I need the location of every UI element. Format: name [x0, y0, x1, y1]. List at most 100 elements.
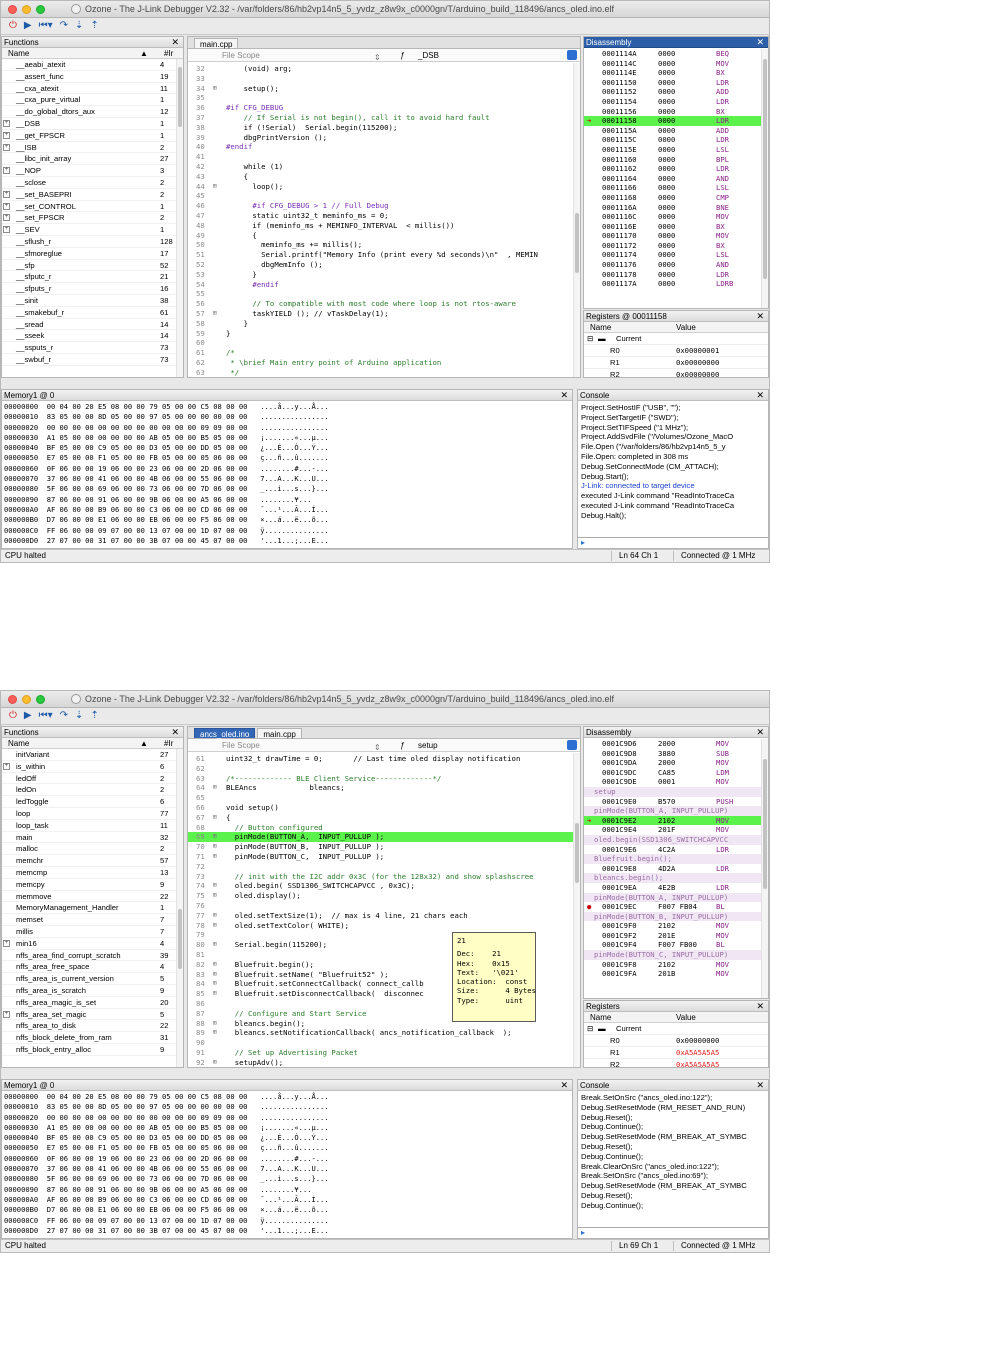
list-item[interactable]: __smakebuf_r 61 — [2, 307, 183, 319]
list-item[interactable]: memmove 22 — [2, 891, 183, 903]
dropdown-icon[interactable] — [567, 50, 577, 60]
code-line[interactable]: 42 while (1) — [188, 162, 580, 172]
column-count[interactable]: #Ir — [164, 738, 173, 749]
code-line[interactable]: 59} — [188, 329, 580, 339]
line-number[interactable]: 52 — [196, 260, 214, 270]
line-number[interactable]: 34 — [196, 84, 214, 94]
list-item[interactable]: + __get_FPSCR 1 — [2, 130, 183, 142]
code-line[interactable]: 43 { — [188, 172, 580, 182]
line-number[interactable]: 57 — [196, 309, 214, 319]
memory-row[interactable]: 000000B0 D7 06 00 00 E1 06 00 00 EB 06 0… — [2, 515, 572, 525]
list-item[interactable]: millis 7 — [2, 926, 183, 938]
register-value[interactable]: 0xA5A5A5A5 — [676, 1047, 719, 1059]
code-line[interactable]: 32 (void) arg; — [188, 64, 580, 74]
code-line[interactable]: 76 — [188, 901, 580, 911]
source-line[interactable]: pinMode(BUTTON_A, INPUT_PULLUP) — [584, 892, 768, 903]
instruction-row[interactable]: 0001114C 0000 MOV — [584, 59, 768, 69]
code-line[interactable]: 74 ⊞ oled.begin( SSD1306_SWITCHCAPVCC , 0… — [188, 881, 580, 891]
line-number[interactable]: 82 — [196, 960, 214, 970]
instruction-row[interactable]: 00011174 0000 LSL — [584, 250, 768, 260]
list-item[interactable]: loop_task 11 — [2, 820, 183, 832]
instruction-row[interactable]: 00011172 0000 BX — [584, 241, 768, 251]
code-line[interactable]: 60 — [188, 338, 580, 348]
code-line[interactable]: 46 #if CFG_DEBUG > 1 // Full Debug — [188, 201, 580, 211]
instruction-row[interactable]: 0001117A 0000 LDRB — [584, 279, 768, 289]
line-number[interactable]: 39 — [196, 133, 214, 143]
list-item[interactable]: ledToggle 6 — [2, 796, 183, 808]
memory-row[interactable]: 000000B0 D7 06 00 00 E1 06 00 00 EB 06 0… — [2, 1205, 572, 1215]
list-item[interactable]: + __SEV 1 — [2, 224, 183, 236]
instruction-row[interactable]: 0001C9DE 0001 MOV — [584, 777, 768, 787]
register-row[interactable]: R1 0xA5A5A5A5 — [584, 1047, 768, 1059]
instruction-row[interactable]: 00011152 0000 ADD — [584, 87, 768, 97]
memory-row[interactable]: 00000050 E7 05 00 00 F1 05 00 00 FB 05 0… — [2, 1143, 572, 1153]
line-number[interactable]: 77 — [196, 911, 214, 921]
code-line[interactable]: 55 — [188, 289, 580, 299]
code-line[interactable]: 51 Serial.printf("Memory Info (print eve… — [188, 250, 580, 260]
play-icon[interactable]: ▶ — [24, 710, 32, 722]
line-number[interactable]: 75 — [196, 891, 214, 901]
instruction-row[interactable]: 00011168 0000 CMP — [584, 193, 768, 203]
line-number[interactable]: 64 — [196, 783, 214, 793]
register-value[interactable]: 0x00000000 — [676, 369, 719, 377]
list-item[interactable]: nffs_block_delete_from_ram 31 — [2, 1032, 183, 1044]
disassembly-scrollbar[interactable] — [761, 49, 768, 308]
list-item[interactable]: __aeabi_atexit 4 — [2, 59, 183, 71]
zoom-window-button[interactable] — [36, 4, 45, 14]
expand-icon[interactable]: ⊞ — [213, 832, 221, 842]
list-item[interactable]: + __set_FPSCR 2 — [2, 212, 183, 225]
line-number[interactable]: 48 — [196, 221, 214, 231]
list-item[interactable]: memchr 57 — [2, 855, 183, 867]
line-number[interactable]: 76 — [196, 901, 214, 911]
memory-row[interactable]: 00000030 A1 05 00 00 00 00 00 00 AB 05 0… — [2, 433, 572, 443]
minimize-window-button[interactable] — [22, 4, 31, 14]
line-number[interactable]: 61 — [196, 348, 214, 358]
expand-icon[interactable]: ⊞ — [213, 960, 221, 970]
memory-row[interactable]: 00000030 A1 05 00 00 00 00 00 00 AB 05 0… — [2, 1123, 572, 1133]
list-item[interactable]: memcmp 13 — [2, 867, 183, 879]
code-line[interactable]: 41 — [188, 152, 580, 162]
code-line[interactable]: 71 ⊞ pinMode(BUTTON_C, INPUT_PULLUP ); — [188, 852, 580, 862]
list-item[interactable]: + nffs_area_set_magic 5 — [2, 1009, 183, 1021]
code-line[interactable]: 63 */ — [188, 368, 580, 377]
instruction-row[interactable]: 0001C9E0 B570 PUSH — [584, 797, 768, 807]
code-line[interactable]: 92 ⊞ setupAdv(); — [188, 1058, 580, 1067]
instruction-row[interactable]: 0001C9F8 2102 MOV — [584, 960, 768, 970]
line-number[interactable]: 42 — [196, 162, 214, 172]
code-line[interactable]: 58 } — [188, 319, 580, 329]
list-item[interactable]: __sfputc_r 21 — [2, 271, 183, 284]
memory-row[interactable]: 00000020 00 00 00 00 00 00 00 00 00 00 0… — [2, 423, 572, 433]
instruction-row[interactable]: 00011150 0000 LDR — [584, 78, 768, 88]
line-number[interactable]: 53 — [196, 270, 214, 280]
code-line[interactable]: 62 — [188, 764, 580, 774]
memory-row[interactable]: 00000090 87 06 00 00 91 06 00 00 9B 06 0… — [2, 1185, 572, 1195]
minimize-window-button[interactable] — [22, 694, 31, 704]
disassembly-scrollbar[interactable] — [761, 739, 768, 998]
expand-icon[interactable]: ⊞ — [213, 911, 221, 921]
dropdown-icon[interactable] — [567, 740, 577, 750]
expand-icon[interactable]: ⊞ — [213, 1058, 221, 1067]
code-line[interactable]: 33 — [188, 74, 580, 84]
column-name[interactable]: Name — [590, 322, 611, 333]
code-line[interactable]: 44 ⊞ loop(); — [188, 182, 580, 192]
instruction-row[interactable]: 0001C9DC CA85 LDM — [584, 768, 768, 778]
instruction-row[interactable]: 00011176 0000 AND — [584, 260, 768, 270]
line-number[interactable]: 80 — [196, 940, 214, 950]
expand-icon[interactable]: + — [3, 167, 10, 175]
expand-icon[interactable]: + — [3, 939, 10, 947]
expand-icon[interactable]: ⊞ — [213, 84, 221, 94]
code-line[interactable]: 73 // init with the I2C addr 0x3C (for t… — [188, 872, 580, 882]
scope-arrows-icon[interactable]: ⇕ — [374, 741, 381, 754]
instruction-row[interactable]: 0001C9F4 F007 FB00 BL — [584, 940, 768, 950]
memory-row[interactable]: 00000040 BF 05 00 00 C9 05 00 00 D3 05 0… — [2, 1133, 572, 1143]
expand-icon[interactable]: + — [3, 1010, 10, 1018]
console-input[interactable]: ▸ — [578, 1227, 768, 1238]
memory-row[interactable]: 00000090 87 06 00 00 91 06 00 00 9B 06 0… — [2, 495, 572, 505]
close-window-button[interactable] — [8, 4, 17, 14]
close-icon[interactable]: ✕ — [560, 390, 568, 400]
line-number[interactable]: 73 — [196, 872, 214, 882]
tab-ancs-oled-ino[interactable]: ancs_oled.ino — [194, 728, 256, 739]
file-scope-label[interactable]: File Scope — [222, 49, 260, 62]
column-name[interactable]: Name — [590, 1012, 611, 1023]
list-item[interactable]: + is_within 6 — [2, 761, 183, 773]
